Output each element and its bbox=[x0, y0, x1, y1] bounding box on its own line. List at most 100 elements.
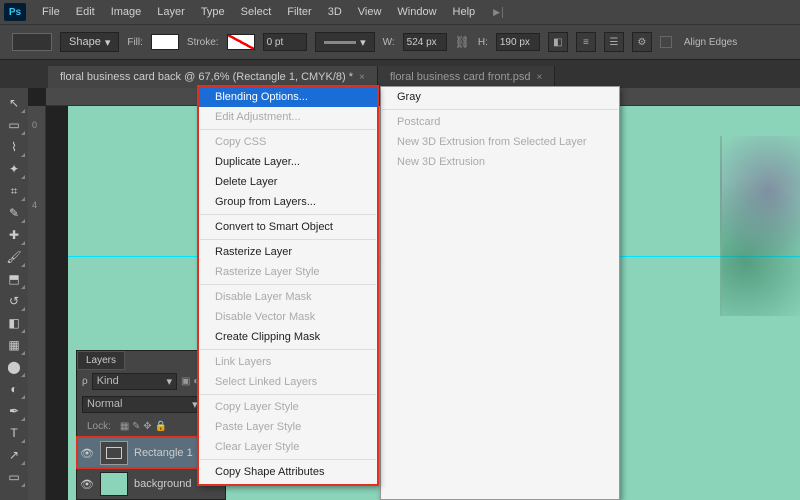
filter-kind-label: ρ bbox=[82, 376, 88, 387]
lock-icons[interactable]: ▦ ✎ ✥ 🔒 bbox=[120, 421, 167, 432]
dodge-tool[interactable]: ◐ bbox=[2, 378, 26, 400]
menu-3d[interactable]: 3D bbox=[320, 4, 350, 20]
toolbox: ↖ ▭ ⌇ ✦ ⌗ ✎ ✚ 🖌 ⬒ ↺ ◧ ▦ ⬤ ◐ ✒ T ↗ ▭ bbox=[0, 88, 28, 500]
menu-type[interactable]: Type bbox=[193, 4, 233, 20]
context-menu-item: Edit Adjustment... bbox=[199, 107, 377, 127]
tool-preset-swatch[interactable] bbox=[12, 33, 52, 51]
tab-title: floral business card back @ 67,6% (Recta… bbox=[60, 71, 353, 83]
move-tool[interactable]: ↖ bbox=[2, 92, 26, 114]
lasso-tool[interactable]: ⌇ bbox=[2, 136, 26, 158]
stroke-style-select[interactable]: ▾ bbox=[315, 32, 375, 52]
height-input[interactable] bbox=[496, 33, 540, 51]
context-menu-item[interactable]: Delete Layer bbox=[199, 172, 377, 192]
arrange-icon[interactable]: ☰ bbox=[604, 32, 624, 52]
menu-file[interactable]: File bbox=[34, 4, 68, 20]
context-menu-item[interactable]: Rasterize Layer bbox=[199, 242, 377, 262]
layer-thumbnail[interactable] bbox=[100, 441, 128, 465]
options-bar: Shape▾ Fill: Stroke: ▾ W: ⛓ H: ◧ ≡ ☰ ⚙ A… bbox=[0, 24, 800, 60]
stroke-label: Stroke: bbox=[187, 37, 219, 48]
submenu-item[interactable]: Gray bbox=[381, 87, 619, 107]
marquee-tool[interactable]: ▭ bbox=[2, 114, 26, 136]
blur-tool[interactable]: ⬤ bbox=[2, 356, 26, 378]
eyedropper-tool[interactable]: ✎ bbox=[2, 202, 26, 224]
width-label: W: bbox=[383, 37, 395, 48]
visibility-icon[interactable]: 👁 bbox=[80, 478, 94, 491]
pen-tool[interactable]: ✒ bbox=[2, 400, 26, 422]
app-logo: Ps bbox=[4, 3, 26, 21]
menu-layer[interactable]: Layer bbox=[149, 4, 193, 20]
align-edges-label: Align Edges bbox=[684, 37, 737, 48]
path-tool[interactable]: ↗ bbox=[2, 444, 26, 466]
blend-mode-select[interactable]: Normal▾ bbox=[82, 396, 203, 413]
layers-tab[interactable]: Layers bbox=[77, 351, 125, 370]
crop-tool[interactable]: ⌗ bbox=[2, 180, 26, 202]
menu-bar: Ps File Edit Image Layer Type Select Fil… bbox=[0, 0, 800, 24]
stroke-width-input[interactable] bbox=[263, 33, 307, 51]
submenu-item: New 3D Extrusion from Selected Layer bbox=[381, 132, 619, 152]
context-menu-item[interactable]: Create Clipping Mask bbox=[199, 327, 377, 347]
document-tab-active[interactable]: floral business card back @ 67,6% (Recta… bbox=[48, 66, 378, 88]
brush-tool[interactable]: 🖌 bbox=[2, 246, 26, 268]
tab-title: floral business card front.psd bbox=[390, 71, 531, 83]
menu-edit[interactable]: Edit bbox=[68, 4, 103, 20]
shape-mode-select[interactable]: Shape▾ bbox=[60, 32, 119, 52]
path-ops-icon[interactable]: ◧ bbox=[548, 32, 568, 52]
stroke-swatch[interactable] bbox=[227, 34, 255, 50]
document-tab-bar: floral business card back @ 67,6% (Recta… bbox=[0, 60, 800, 88]
context-menu-item[interactable]: Group from Layers... bbox=[199, 192, 377, 212]
context-menu-item: Rasterize Layer Style bbox=[199, 262, 377, 282]
width-input[interactable] bbox=[403, 33, 447, 51]
context-menu-item: Copy CSS bbox=[199, 132, 377, 152]
layer-thumbnail[interactable] bbox=[100, 472, 128, 496]
eraser-tool[interactable]: ◧ bbox=[2, 312, 26, 334]
context-menu-item[interactable]: Blending Options... bbox=[199, 87, 377, 107]
ruler-vertical: 0 4 bbox=[28, 106, 46, 500]
submenu: Gray PostcardNew 3D Extrusion from Select… bbox=[380, 86, 620, 500]
align-edges-checkbox[interactable] bbox=[660, 36, 672, 48]
context-menu-item: Copy Layer Style bbox=[199, 397, 377, 417]
shape-tool[interactable]: ▭ bbox=[2, 466, 26, 488]
context-menu: Blending Options...Edit Adjustment... Cop… bbox=[198, 86, 378, 485]
context-menu-item[interactable]: Convert to Smart Object bbox=[199, 217, 377, 237]
wand-tool[interactable]: ✦ bbox=[2, 158, 26, 180]
visibility-icon[interactable]: 👁 bbox=[80, 447, 94, 460]
link-wh-icon[interactable]: ⛓ bbox=[455, 35, 470, 49]
gear-icon[interactable]: ⚙ bbox=[632, 32, 652, 52]
context-menu-item: Select Linked Layers bbox=[199, 372, 377, 392]
close-icon[interactable]: × bbox=[359, 72, 365, 83]
document-tab[interactable]: floral business card front.psd × bbox=[378, 66, 555, 88]
heal-tool[interactable]: ✚ bbox=[2, 224, 26, 246]
submenu-item: Postcard bbox=[381, 112, 619, 132]
menu-help[interactable]: Help bbox=[445, 4, 484, 20]
height-label: H: bbox=[478, 37, 488, 48]
layer-name: background bbox=[134, 478, 192, 490]
align-icon[interactable]: ≡ bbox=[576, 32, 596, 52]
context-menu-item: Link Layers bbox=[199, 352, 377, 372]
submenu-item: New 3D Extrusion bbox=[381, 152, 619, 172]
menu-filter[interactable]: Filter bbox=[279, 4, 319, 20]
type-tool[interactable]: T bbox=[2, 422, 26, 444]
filter-kind-select[interactable]: Kind▾ bbox=[92, 373, 177, 390]
context-menu-item: Clear Layer Style bbox=[199, 437, 377, 457]
gradient-tool[interactable]: ▦ bbox=[2, 334, 26, 356]
context-menu-item[interactable]: Duplicate Layer... bbox=[199, 152, 377, 172]
close-icon[interactable]: × bbox=[537, 72, 543, 83]
fill-label: Fill: bbox=[127, 37, 143, 48]
menu-image[interactable]: Image bbox=[103, 4, 150, 20]
menu-view[interactable]: View bbox=[350, 4, 390, 20]
ruler-tick: 0 bbox=[32, 120, 37, 130]
lock-label: Lock: bbox=[82, 419, 116, 434]
menu-window[interactable]: Window bbox=[389, 4, 444, 20]
ruler-tick: 4 bbox=[32, 200, 37, 210]
context-menu-item: Disable Vector Mask bbox=[199, 307, 377, 327]
layer-name: Rectangle 1 bbox=[134, 447, 193, 459]
artwork-floral bbox=[720, 136, 800, 316]
fill-swatch[interactable] bbox=[151, 34, 179, 50]
context-menu-item: Disable Layer Mask bbox=[199, 287, 377, 307]
context-menu-item[interactable]: Copy Shape Attributes bbox=[199, 462, 377, 482]
history-brush-tool[interactable]: ↺ bbox=[2, 290, 26, 312]
stamp-tool[interactable]: ⬒ bbox=[2, 268, 26, 290]
menu-overflow-icon: ▶│ bbox=[493, 7, 506, 18]
context-menu-item: Paste Layer Style bbox=[199, 417, 377, 437]
menu-select[interactable]: Select bbox=[233, 4, 280, 20]
